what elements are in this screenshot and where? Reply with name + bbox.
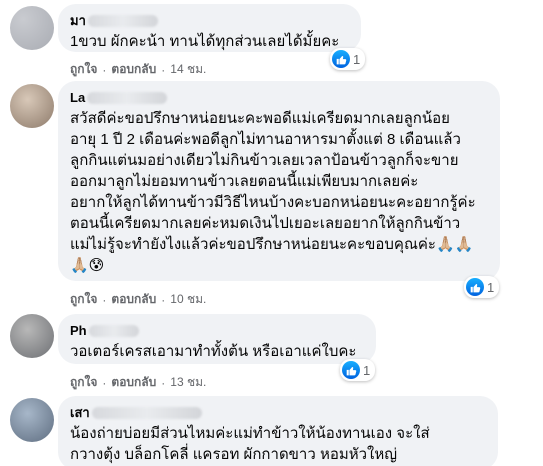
separator-dot: · bbox=[161, 292, 166, 307]
comment-text-line: วอเตอร์เครสเอามาทำทั้งต้น หรือเอาแค่ใบคะ bbox=[70, 343, 357, 360]
comment-author[interactable]: เสา bbox=[70, 404, 486, 421]
separator-dot: · bbox=[102, 292, 107, 307]
author-name-redacted bbox=[88, 324, 139, 337]
comment-text: น้องถ่ายบ่อยมีส่วนไหมค่ะแม่ทำข้าวให้น้อง… bbox=[70, 423, 486, 465]
comment-text: 1ขวบ ผักคะน้า ทานได้ทุกส่วนเลยได้มั้ยคะ bbox=[70, 31, 349, 52]
author-name-redacted bbox=[87, 91, 168, 104]
separator-dot: · bbox=[161, 62, 166, 77]
reaction-count-text: 1 bbox=[353, 51, 361, 67]
like-link[interactable]: ถูกใจ bbox=[70, 373, 97, 392]
comment-text-line: ออกมาลูกไม่ยอมทานข้าวเลยตอนนี้แม่เพียบมา… bbox=[70, 173, 419, 190]
comment-author[interactable]: La bbox=[70, 89, 488, 106]
comment-text: วอเตอร์เครสเอามาทำทั้งต้น หรือเอาแค่ใบคะ bbox=[70, 341, 364, 362]
like-link[interactable]: ถูกใจ bbox=[70, 60, 97, 79]
reaction-count-text: 1 bbox=[487, 279, 495, 295]
comment-text-line: น้องถ่ายบ่อยมีส่วนไหมค่ะแม่ทำข้าวให้น้อง… bbox=[70, 425, 430, 442]
separator-dot: · bbox=[102, 62, 107, 77]
comment-author[interactable]: มา bbox=[70, 12, 349, 29]
comment-author-name[interactable]: เสา bbox=[70, 404, 90, 421]
comment-text: สวัสดีค่ะขอปรึกษาหน่อยนะคะพอดีแม่เครียดม… bbox=[70, 108, 488, 276]
comment-text-line: อายุ 1 ปี 2 เดือนค่ะพอดีลูกไม่ทานอาหารมา… bbox=[70, 131, 461, 148]
comment-timestamp[interactable]: 10 ชม. bbox=[170, 290, 206, 309]
reaction-count[interactable]: 1 bbox=[464, 276, 500, 298]
like-reaction-icon bbox=[466, 278, 484, 296]
comment-timestamp[interactable]: 14 ชม. bbox=[170, 60, 206, 79]
comment-text-line: 1ขวบ ผักคะน้า ทานได้ทุกส่วนเลยได้มั้ยคะ bbox=[70, 33, 340, 50]
comment-bubble: เสา น้องถ่ายบ่อยมีส่วนไหมค่ะแม่ทำข้าวให้… bbox=[58, 396, 498, 466]
comment-actions: ถูกใจ · ตอบกลับ · 14 ชม. bbox=[70, 60, 206, 79]
commenter-avatar[interactable] bbox=[10, 398, 54, 442]
like-reaction-icon bbox=[342, 361, 360, 379]
reaction-count[interactable]: 1 bbox=[340, 359, 376, 381]
author-name-redacted bbox=[91, 406, 202, 419]
separator-dot: · bbox=[102, 375, 107, 390]
comment-text-line: ตอนนี้เครียดมากเลยค่ะหมดเงินไปเยอะเลยอยา… bbox=[70, 215, 461, 232]
reply-link[interactable]: ตอบกลับ bbox=[111, 60, 156, 79]
reply-link[interactable]: ตอบกลับ bbox=[111, 290, 156, 309]
commenter-avatar[interactable] bbox=[10, 6, 54, 50]
like-reaction-icon bbox=[332, 50, 350, 68]
reply-link[interactable]: ตอบกลับ bbox=[111, 373, 156, 392]
comment-actions: ถูกใจ · ตอบกลับ · 10 ชม. bbox=[70, 290, 206, 309]
comment-author-name[interactable]: Ph bbox=[70, 322, 87, 339]
commenter-avatar[interactable] bbox=[10, 314, 54, 358]
comment-bubble: La สวัสดีค่ะขอปรึกษาหน่อยนะคะพอดีแม่เครี… bbox=[58, 81, 500, 281]
comment-timestamp[interactable]: 13 ชม. bbox=[170, 373, 206, 392]
comment-bubble: Ph วอเตอร์เครสเอามาทำทั้งต้น หรือเอาแค่ใ… bbox=[58, 314, 376, 364]
separator-dot: · bbox=[161, 375, 166, 390]
reaction-count-text: 1 bbox=[363, 362, 371, 378]
commenter-avatar[interactable] bbox=[10, 84, 54, 128]
comment-text-line: 🙏🏼😰 bbox=[70, 257, 105, 274]
comment-text-line: แม่ไม่รู้จะทำยังไงแล้วค่ะขอปรึกษาหน่อยนะ… bbox=[70, 236, 474, 253]
like-link[interactable]: ถูกใจ bbox=[70, 290, 97, 309]
comment-text-line: สวัสดีค่ะขอปรึกษาหน่อยนะคะพอดีแม่เครียดม… bbox=[70, 110, 450, 127]
comment-actions: ถูกใจ · ตอบกลับ · 13 ชม. bbox=[70, 373, 206, 392]
comment-text-line: กวางตุ้ง บล็อกโคลี่ แครอท ผักกาดขาว หอมห… bbox=[70, 446, 398, 463]
reaction-count[interactable]: 1 bbox=[330, 48, 366, 70]
comment-text-line: อยากให้ลูกได้ทานข้าวมีวิธีไหนบ้างคะบอกหน… bbox=[70, 194, 476, 211]
author-name-redacted bbox=[87, 14, 158, 27]
comment-bubble: มา 1ขวบ ผักคะน้า ทานได้ทุกส่วนเลยได้มั้ย… bbox=[58, 4, 361, 52]
comment-author-name[interactable]: La bbox=[70, 89, 85, 106]
comment-author[interactable]: Ph bbox=[70, 322, 364, 339]
comment-text-line: ลูกกินแต่นมอย่างเดียวไม่กินข้าวเลยเวลาป้… bbox=[70, 152, 459, 169]
comment-author-name[interactable]: มา bbox=[70, 12, 86, 29]
